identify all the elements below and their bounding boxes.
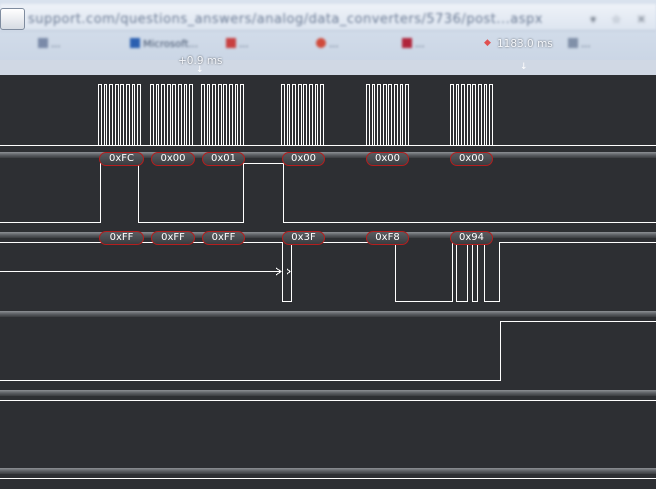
decode-byte[interactable]: 0x00 <box>151 152 195 166</box>
decode-byte[interactable]: 0x00 <box>366 152 409 166</box>
logic-analyzer-screen: support.com/questions_answers/analog/dat… <box>0 0 656 489</box>
decode-byte[interactable]: 0xFF <box>202 231 245 245</box>
decode-byte[interactable]: 0xF8 <box>366 231 409 245</box>
cursor-arrowhead-small <box>286 268 291 275</box>
decode-byte[interactable]: 0xFF <box>99 231 144 245</box>
clock-pulse-burst <box>201 84 244 146</box>
decode-byte[interactable]: 0x00 <box>450 152 493 166</box>
decode-byte[interactable]: 0x01 <box>202 152 245 166</box>
clock-pulse-burst <box>366 84 409 146</box>
clock-pulse-burst <box>98 84 141 146</box>
channel-4-trace <box>0 321 656 381</box>
decode-byte[interactable]: 0x3F <box>282 231 325 245</box>
decode-byte[interactable]: 0x00 <box>282 152 325 166</box>
decode-byte[interactable]: 0xFF <box>151 231 195 245</box>
decode-byte[interactable]: 0xFC <box>99 152 144 166</box>
time-cursor-marker[interactable]: 1183.0 ms <box>497 38 553 50</box>
marker-arrow-icon: ↓ <box>196 65 204 75</box>
waveform-traces <box>0 84 656 479</box>
marker-arrow-icon: ↓ <box>520 62 528 72</box>
clock-bursts <box>98 84 493 146</box>
clock-pulse-burst <box>450 84 493 146</box>
decode-byte[interactable]: 0x94 <box>450 231 493 245</box>
clock-pulse-burst <box>281 84 324 146</box>
channel-2-trace <box>0 163 656 223</box>
marker-flag-icon: ◆ <box>484 38 491 48</box>
clock-pulse-burst <box>150 84 193 146</box>
